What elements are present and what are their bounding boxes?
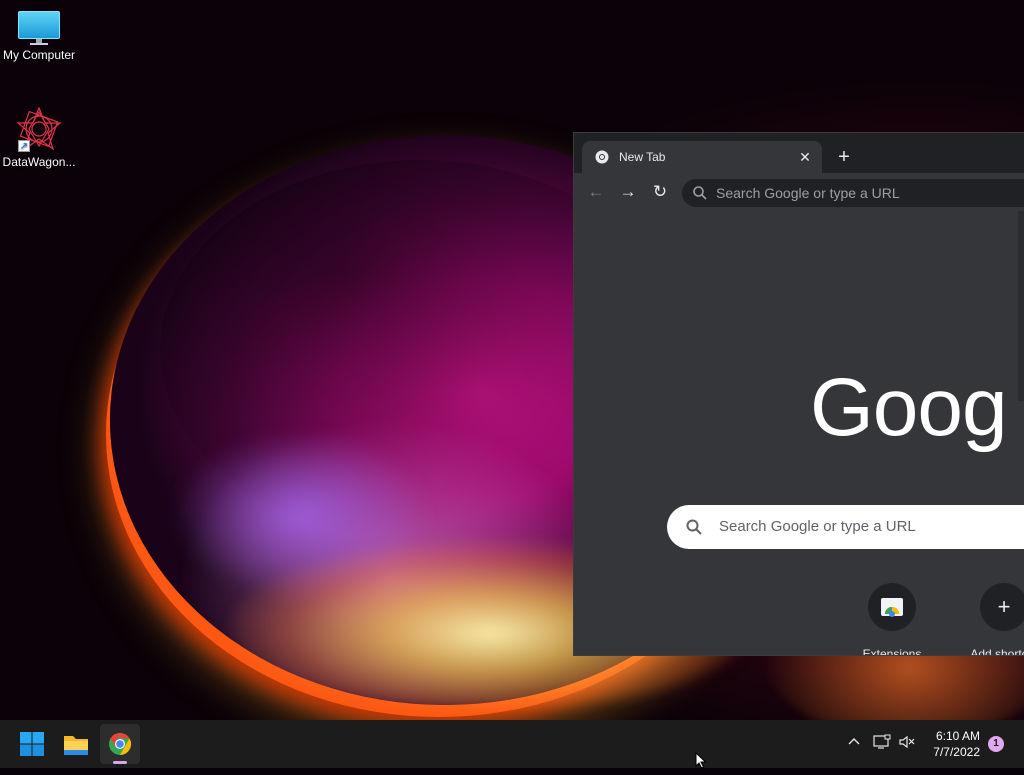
chrome-icon	[100, 733, 140, 768]
taskbar-clock[interactable]: 6:10 AM 7/7/2022	[933, 728, 980, 760]
address-bar[interactable]: Search Google or type a URL	[682, 179, 1024, 207]
desktop-icon-my-computer[interactable]: My Computer	[0, 11, 78, 62]
chevron-up-icon[interactable]	[844, 734, 864, 752]
new-tab-button[interactable]: +	[832, 145, 856, 169]
shortcut-tile-add[interactable]: + Add shortcut	[948, 583, 1024, 656]
new-tab-page: Goog Search Google or type a URL Extensi…	[574, 211, 1024, 655]
add-icon: +	[980, 583, 1024, 631]
address-bar-placeholder: Search Google or type a URL	[716, 185, 900, 201]
shortcut-tile-extensions[interactable]: Extensions	[836, 583, 948, 656]
volume-muted-icon[interactable]	[897, 734, 917, 754]
shortcut-label: Add shortcut	[970, 647, 1024, 656]
notification-badge[interactable]: 1	[988, 736, 1004, 752]
file-explorer-icon[interactable]	[56, 724, 96, 764]
shortcut-arrow-icon: ↗	[18, 140, 30, 152]
tab-title: New Tab	[619, 150, 666, 164]
google-logo: Goog	[810, 362, 1008, 453]
desktop-icon-label: DataWagon...	[2, 155, 76, 169]
active-app-indicator	[113, 761, 127, 764]
browser-toolbar: ← → ↻ Search Google or type a URL	[574, 173, 1024, 211]
taskbar: 6:10 AM 7/7/2022 1	[0, 720, 1024, 768]
search-icon	[685, 518, 703, 536]
datawagon-logo-icon: ↗	[16, 106, 62, 152]
reload-button[interactable]: ↻	[648, 180, 672, 204]
tab-strip: New Tab ✕ +	[574, 133, 1024, 173]
monitor-icon	[18, 11, 60, 45]
shortcut-label: Extensions	[862, 647, 922, 656]
chrome-window[interactable]: New Tab ✕ + ← → ↻ Search Google or type …	[573, 132, 1024, 656]
tab-close-icon[interactable]: ✕	[796, 148, 814, 166]
ntp-search-placeholder: Search Google or type a URL	[719, 518, 916, 535]
chrome-icon	[595, 150, 609, 164]
windows-start-icon[interactable]	[12, 724, 52, 764]
clock-time: 6:10 AM	[935, 729, 980, 743]
back-button[interactable]: ←	[584, 180, 608, 204]
desktop-icon-datawagon[interactable]: ↗ DataWagon...	[0, 106, 78, 169]
web-store-icon	[868, 583, 916, 631]
forward-button[interactable]: →	[616, 180, 640, 204]
desktop-icon-label: My Computer	[2, 48, 76, 62]
search-icon	[692, 185, 708, 201]
network-icon[interactable]	[872, 734, 892, 754]
tab-new-tab[interactable]: New Tab ✕	[582, 141, 822, 173]
page-scrollbar[interactable]	[1018, 211, 1024, 401]
clock-date: 7/7/2022	[933, 745, 980, 759]
add-glyph: +	[997, 594, 1011, 619]
ntp-search-box[interactable]: Search Google or type a URL	[667, 505, 1024, 549]
mouse-cursor-icon	[695, 751, 707, 770]
chrome-taskbar-button[interactable]	[100, 724, 140, 764]
